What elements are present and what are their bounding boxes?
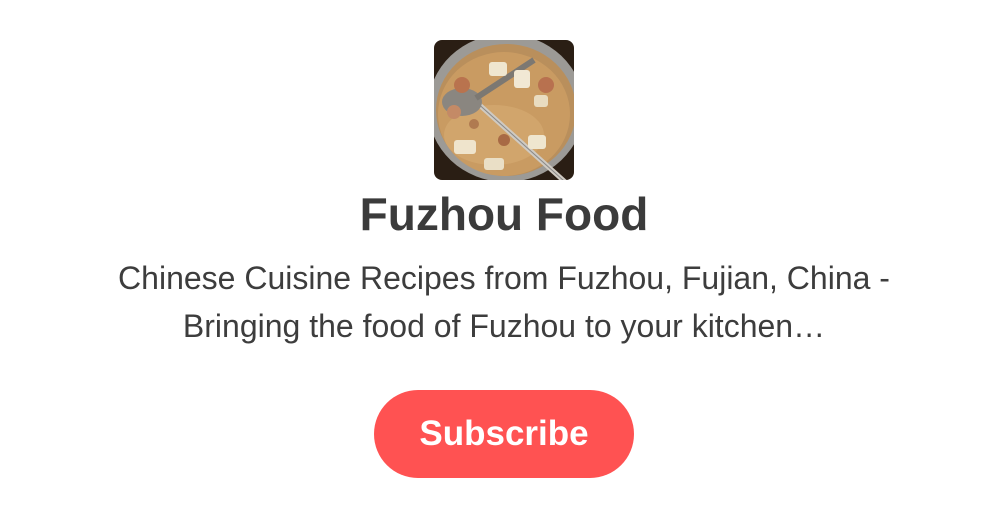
publication-title: Fuzhou Food: [359, 188, 649, 240]
hotpot-food-photo-icon: [434, 40, 574, 180]
publication-logo[interactable]: [434, 40, 574, 180]
subscribe-button[interactable]: Subscribe: [374, 390, 634, 478]
publication-description: Chinese Cuisine Recipes from Fuzhou, Fuj…: [118, 260, 890, 344]
publication-card: Fuzhou Food Chinese Cuisine Recipes from…: [0, 0, 1008, 528]
